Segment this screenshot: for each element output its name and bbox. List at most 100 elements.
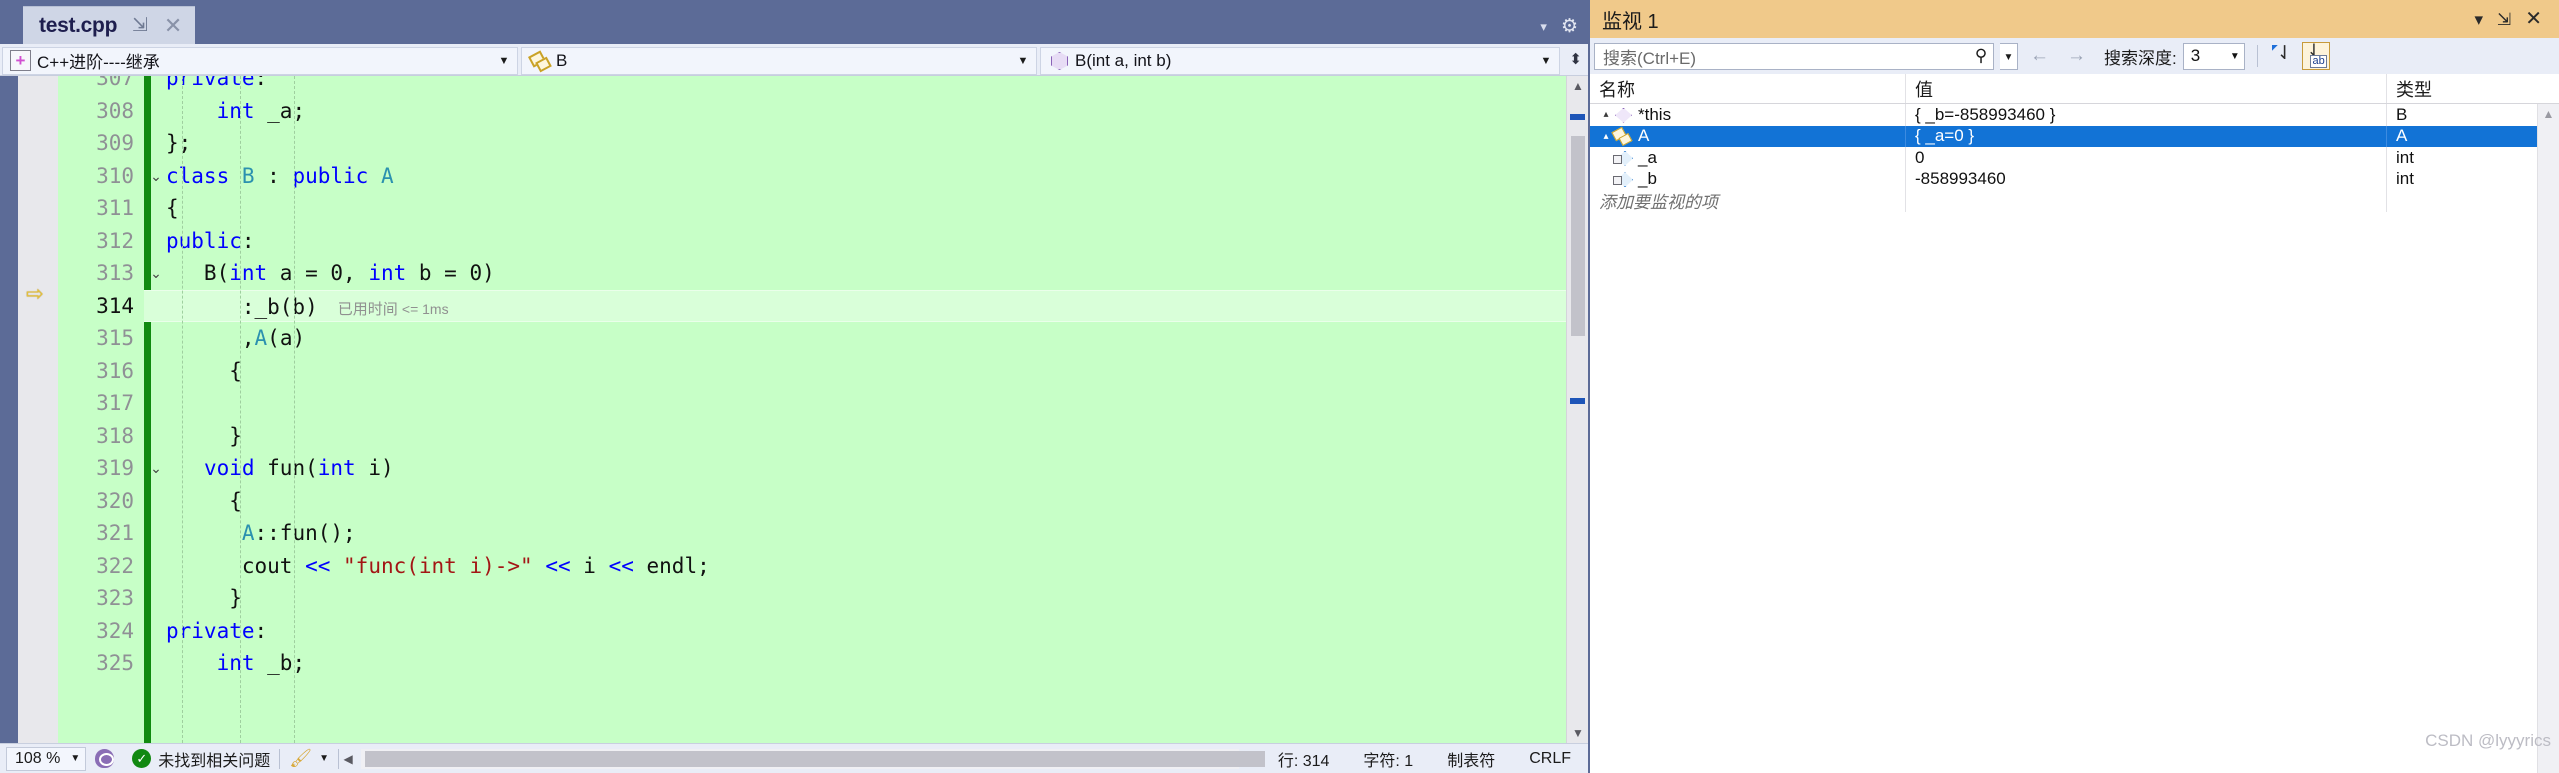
code-line[interactable]: ⌄ class B : public A xyxy=(144,160,1566,193)
member-dropdown[interactable]: B(int a, int b) ▼ xyxy=(1040,46,1560,75)
scroll-marker xyxy=(1570,114,1585,120)
chevron-down-icon[interactable]: ▾ xyxy=(2467,11,2490,28)
chevron-down-icon[interactable]: ▼ xyxy=(319,753,329,764)
hscroll-thumb[interactable] xyxy=(365,750,1266,767)
close-icon[interactable]: ✕ xyxy=(2518,9,2549,29)
chevron-down-icon[interactable]: ▼ xyxy=(1535,55,1557,67)
code-line[interactable]: { xyxy=(144,355,1566,388)
code-line[interactable]: ,A(a) xyxy=(144,322,1566,355)
add-watch-item-label[interactable]: 添加要监视的项 xyxy=(1590,190,1906,212)
expander-triangle-icon[interactable]: ▴ xyxy=(1599,104,1613,125)
zoom-level-selector[interactable]: 108 % ▼ xyxy=(6,746,87,771)
search-icon[interactable]: ⚲ xyxy=(1971,46,1991,66)
watch-row[interactable]: _a 0 int xyxy=(1590,147,2559,169)
chevron-down-icon[interactable]: ▼ xyxy=(70,753,80,764)
editor-horizontal-scrollbar[interactable] xyxy=(361,748,1266,769)
issues-status[interactable]: ✓ 未找到相关问题 xyxy=(123,744,279,773)
scroll-up-icon[interactable]: ▲ xyxy=(2538,104,2559,124)
search-next-icon[interactable]: → xyxy=(2061,45,2092,67)
class-dropdown[interactable]: B ▼ xyxy=(521,46,1037,75)
watch-search-input[interactable]: 搜索(Ctrl+E) ⚲ xyxy=(1594,42,1994,70)
watch-row-name-cell[interactable]: ▴ *this xyxy=(1590,104,1906,126)
add-watch-item-value-cell[interactable] xyxy=(1906,190,2387,212)
code-line[interactable]: ⌄ B(int a = 0, int b = 0) xyxy=(144,257,1566,290)
pin-filter-icon[interactable] xyxy=(2270,42,2296,69)
expander-triangle-icon[interactable]: ▴ xyxy=(1599,126,1613,147)
editor-left-margin xyxy=(0,76,18,743)
search-previous-icon[interactable]: ← xyxy=(2024,45,2055,67)
code-line[interactable]: public: xyxy=(144,225,1566,258)
line-number: 321 xyxy=(96,521,134,545)
watch-variable-value[interactable]: -858993460 xyxy=(1906,168,2387,190)
watch-row-name-cell[interactable]: _a xyxy=(1590,147,1906,169)
close-icon[interactable]: ✕ xyxy=(163,14,183,37)
watch-table-body[interactable]: ▴ *this{ _b=-858993460 } B ▴ A{ _a=0 } A _a 0 in… xyxy=(1590,104,2559,773)
code-text-area[interactable]: private: int _a;}; ⌄ class B : public A {pu… xyxy=(144,76,1566,743)
code-text: { xyxy=(166,488,242,513)
code-line[interactable]: } xyxy=(144,420,1566,453)
chevron-down-icon[interactable]: ▾ xyxy=(1540,19,1547,35)
code-line[interactable]: { xyxy=(144,485,1566,518)
code-line[interactable]: } xyxy=(144,582,1566,615)
split-view-icon[interactable]: ⬍ xyxy=(1569,52,1582,67)
scroll-down-icon[interactable]: ▼ xyxy=(1567,723,1588,743)
watch-variable-value[interactable]: 0 xyxy=(1906,147,2387,169)
watch-row[interactable]: _b -858993460 int xyxy=(1590,168,2559,190)
editor-vertical-scrollbar[interactable]: ▲ ▼ xyxy=(1566,76,1588,743)
intellisense-status[interactable] xyxy=(86,744,123,773)
gear-icon[interactable]: ⚙ xyxy=(1561,15,1578,38)
pin-icon[interactable]: ⇲ xyxy=(2490,11,2518,28)
code-line[interactable]: private: xyxy=(144,76,1566,95)
search-options-dropdown[interactable]: ▼ xyxy=(2000,42,2018,70)
pin-icon[interactable]: ⇲ xyxy=(130,16,150,35)
code-text: } xyxy=(166,423,242,448)
scroll-thumb[interactable] xyxy=(1571,136,1585,336)
code-line[interactable]: { xyxy=(144,192,1566,225)
code-line[interactable]: :_b(b) 已用时间 <= 1ms xyxy=(144,289,1566,322)
code-line[interactable]: int _a; xyxy=(144,95,1566,128)
watch-row-name-cell[interactable]: ▴ A xyxy=(1590,125,1906,147)
line-number: 322 xyxy=(96,553,134,578)
code-line[interactable]: cout << "func(int i)->" << i << endl; xyxy=(144,550,1566,583)
column-header-type[interactable]: 类型 xyxy=(2387,74,2559,103)
breakpoint-gutter[interactable]: ⇨ xyxy=(18,76,58,743)
search-depth-select[interactable]: 3 ▼ xyxy=(2182,42,2245,70)
indent-guide xyxy=(182,76,183,743)
code-cleanup-button[interactable]: 🖌 ▼ xyxy=(280,744,338,773)
watch-variable-value[interactable]: { _a=0 } xyxy=(1906,125,2387,147)
caret-status-group: 行: 314 字符: 1 制表符 CRLF xyxy=(1261,747,1588,771)
line-number: 308 xyxy=(96,98,134,123)
code-line[interactable]: }; xyxy=(144,127,1566,160)
code-line[interactable] xyxy=(144,387,1566,420)
line-number: 313 xyxy=(96,261,134,285)
show-raw-values-icon[interactable] xyxy=(2301,41,2330,70)
scroll-up-icon[interactable]: ▲ xyxy=(1567,76,1588,96)
search-depth-label: 搜索深度: xyxy=(2104,48,2177,68)
code-line[interactable]: ⌄ void fun(int i) xyxy=(144,452,1566,485)
indent-guide xyxy=(240,76,241,743)
chevron-down-icon[interactable]: ▼ xyxy=(2230,51,2240,62)
code-text: } xyxy=(166,586,242,610)
watch-variable-value[interactable]: { _b=-858993460 } xyxy=(1906,104,2387,126)
watch-row[interactable]: ▴ *this { _b=-858993460 } B xyxy=(1590,104,2559,126)
project-dropdown[interactable]: C++进阶----继承 ▼ xyxy=(2,46,518,75)
watch-vertical-scrollbar[interactable]: ▲ xyxy=(2537,104,2559,773)
code-line[interactable]: int _b; xyxy=(144,647,1566,680)
editor-tab-test-cpp[interactable]: test.cpp ⇲ ✕ xyxy=(23,6,196,44)
scroll-left-icon[interactable]: ◀ xyxy=(339,752,357,766)
navbar-split-control[interactable]: ⬍ xyxy=(1569,52,1586,67)
watch-row[interactable]: ▴ A{ _a=0 } A xyxy=(1590,125,2559,147)
code-line[interactable]: private: xyxy=(144,615,1566,648)
watch-row-name-cell[interactable]: _b xyxy=(1590,168,1906,190)
code-editor[interactable]: ⇨ 307 308 309 310 311 312 313 314 315 316 317 318 31… xyxy=(0,76,1588,743)
code-line[interactable]: A::fun(); xyxy=(144,517,1566,550)
eol-indicator: CRLF xyxy=(1512,750,1588,768)
column-header-name[interactable]: 名称 xyxy=(1590,74,1906,103)
line-number: 310 xyxy=(96,163,134,188)
chevron-down-icon[interactable]: ▼ xyxy=(493,55,515,67)
column-header-value[interactable]: 值 xyxy=(1906,74,2387,103)
chevron-down-icon[interactable]: ▼ xyxy=(1012,55,1034,67)
watch-panel-header: 监视 1 ▾ ⇲ ✕ xyxy=(1590,0,2559,38)
add-watch-item-row[interactable]: 添加要监视的项 xyxy=(1590,190,2559,212)
